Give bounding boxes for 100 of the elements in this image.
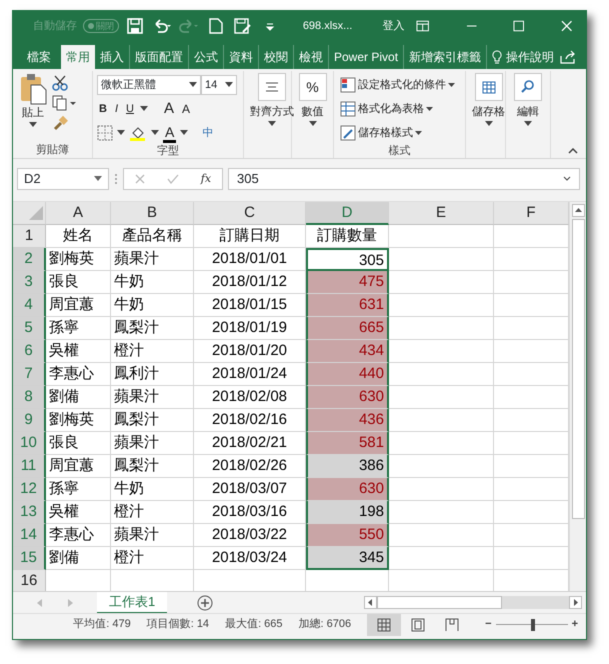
column-header[interactable]: D	[306, 202, 389, 225]
normal-view-button[interactable]	[367, 614, 402, 636]
row-header[interactable]: 7	[13, 363, 46, 386]
table-cell: 牛奶	[111, 271, 194, 294]
ribbon-display-icon[interactable]	[416, 20, 430, 32]
caret-icon	[448, 82, 455, 88]
new-file-icon[interactable]	[209, 18, 224, 34]
scissors-icon[interactable]	[52, 75, 68, 91]
form-icon[interactable]	[234, 18, 252, 34]
format-as-table-button[interactable]: 格式化為表格	[338, 99, 461, 119]
row-header[interactable]: 15	[13, 547, 46, 570]
underline-button[interactable]: U	[124, 99, 136, 119]
paste-button[interactable]: 貼上	[17, 71, 49, 142]
close-icon[interactable]	[560, 20, 572, 32]
add-sheet-icon[interactable]	[197, 594, 214, 610]
caret-icon	[225, 82, 233, 88]
column-header[interactable]: C	[194, 202, 306, 225]
alignment-button[interactable]: 對齊方式	[248, 71, 296, 142]
table-cell: 周宜蕙	[46, 294, 111, 317]
caret-icon	[268, 120, 276, 126]
conditional-formatting-button[interactable]: 設定格式化的條件	[338, 75, 461, 95]
scroll-left-icon[interactable]	[364, 596, 377, 609]
italic-button[interactable]: I	[112, 99, 120, 119]
number-format-button[interactable]: % 數值	[296, 71, 328, 142]
row-header[interactable]: 16	[13, 570, 46, 591]
table-cell: 鳳梨汁	[111, 317, 194, 340]
table-cell: 305	[306, 248, 389, 271]
font-name-dropdown[interactable]: 微軟正黑體	[97, 75, 201, 95]
search-icon	[520, 79, 536, 95]
sign-in-link[interactable]: 登入	[382, 18, 404, 34]
row-header[interactable]: 13	[13, 501, 46, 524]
caret-icon	[140, 106, 148, 112]
font-size-dropdown[interactable]: 14	[201, 75, 237, 95]
bold-button[interactable]: B	[97, 99, 109, 119]
sheet-tab[interactable]: 工作表1	[97, 592, 168, 614]
scroll-up-icon[interactable]	[572, 204, 584, 217]
row-header[interactable]: 6	[13, 340, 46, 363]
fill-color-icon[interactable]	[129, 125, 147, 141]
save-icon[interactable]	[127, 18, 144, 34]
cells-button[interactable]: 儲存格	[470, 71, 507, 142]
status-stat: 加總: 6706	[298, 617, 352, 632]
format-painter-icon[interactable]	[52, 115, 68, 131]
row-header[interactable]: 10	[13, 432, 46, 455]
slider-thumb[interactable]	[531, 618, 535, 630]
file-name: 698.xlsx...	[302, 18, 352, 34]
caret-icon	[29, 122, 37, 128]
formula-input[interactable]: 305	[228, 168, 580, 190]
lightbulb-icon	[492, 50, 502, 64]
clipboard-icon	[19, 73, 47, 105]
table-cell: 劉梅英	[46, 409, 111, 432]
row-header[interactable]: 11	[13, 455, 46, 478]
font-color-button[interactable]: A	[163, 123, 176, 143]
table-cell: 孫寧	[46, 317, 111, 340]
scroll-right-icon[interactable]	[569, 596, 582, 609]
caret-icon	[426, 106, 433, 112]
table-cell: 牛奶	[111, 478, 194, 501]
row-header[interactable]: 5	[13, 317, 46, 340]
table-cell: 產品名稱	[111, 225, 194, 248]
tell-me-search[interactable]: 操作說明	[506, 45, 554, 69]
column-header[interactable]: E	[389, 202, 494, 225]
maximize-icon[interactable]	[513, 20, 525, 32]
share-icon[interactable]	[560, 50, 576, 64]
row-header[interactable]: 9	[13, 409, 46, 432]
table-cell: 李惠心	[46, 524, 111, 547]
phonetic-guide-button[interactable]: 中	[200, 123, 216, 143]
row-header[interactable]: 1	[13, 225, 46, 248]
styles-icon	[340, 125, 356, 141]
table-cell: 劉備	[46, 547, 111, 570]
column-header[interactable]: F	[494, 202, 569, 225]
table-cell: 訂購日期	[194, 225, 306, 248]
row-header[interactable]: 12	[13, 478, 46, 501]
ribbon-tab[interactable]: 檔案	[23, 45, 61, 69]
row-header[interactable]: 14	[13, 524, 46, 547]
caret-icon	[180, 130, 188, 136]
borders-icon[interactable]	[97, 125, 113, 141]
name-box[interactable]: D2	[17, 168, 109, 190]
grow-font-button[interactable]: A	[162, 99, 176, 119]
table-cell: 665	[306, 317, 389, 340]
column-header[interactable]: B	[111, 202, 194, 225]
column-header[interactable]: A	[46, 202, 111, 225]
zoom-slider[interactable]	[496, 618, 568, 630]
table-cell: 吳權	[46, 501, 111, 524]
zoom-in-button[interactable]: +	[572, 616, 578, 633]
customize-icon[interactable]	[265, 21, 276, 31]
cell-styles-button[interactable]: 儲存格樣式	[338, 123, 461, 143]
copy-icon[interactable]	[52, 95, 76, 111]
horizontal-scrollbar-thumb[interactable]	[377, 596, 502, 609]
row-header[interactable]: 4	[13, 294, 46, 317]
ribbon-tab[interactable]: 插入	[95, 45, 129, 69]
zoom-out-button[interactable]: −	[485, 616, 492, 633]
insert-function-button[interactable]: fx	[200, 170, 212, 188]
shrink-font-button[interactable]: A	[180, 99, 192, 119]
ribbon-tab[interactable]: 常用	[61, 45, 95, 69]
editing-button[interactable]: 編輯	[512, 71, 544, 142]
collapse-ribbon-icon[interactable]	[568, 148, 578, 154]
row-header[interactable]: 2	[13, 248, 46, 271]
row-header[interactable]: 3	[13, 271, 46, 294]
row-header[interactable]: 8	[13, 386, 46, 409]
status-stat: 平均值: 479	[73, 617, 131, 632]
scrollbar-thumb[interactable]	[572, 219, 584, 519]
